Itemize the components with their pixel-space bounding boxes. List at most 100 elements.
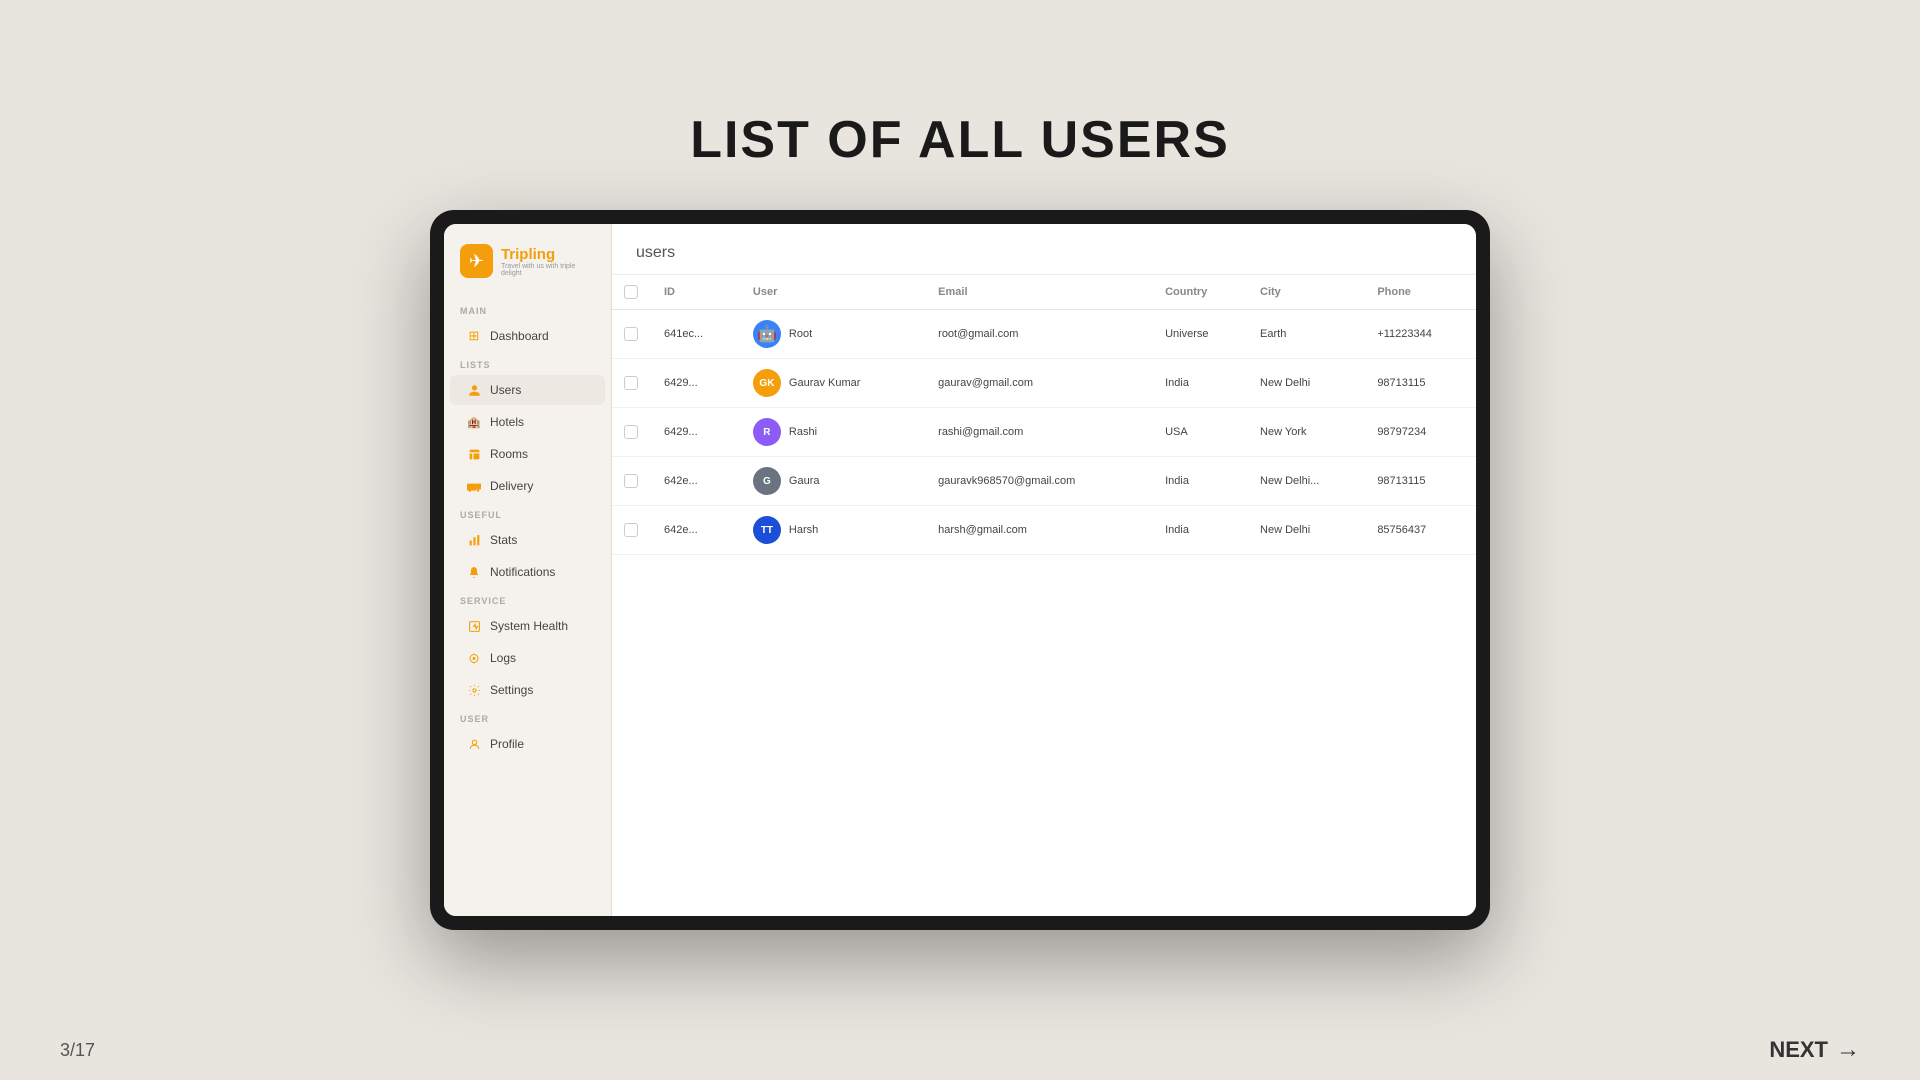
notifications-icon (466, 564, 482, 580)
table-header-row: ID User Email Country City Phone (612, 275, 1476, 310)
row-email: rashi@gmail.com (926, 408, 1153, 457)
row-country: India (1153, 457, 1248, 506)
row-phone: +11223344 (1365, 310, 1476, 359)
row-phone: 98713115 (1365, 457, 1476, 506)
row-city: New Delhi... (1248, 457, 1365, 506)
row-checkbox[interactable] (624, 425, 638, 439)
sidebar-item-stats[interactable]: Stats (450, 525, 605, 555)
sidebar-label-profile: Profile (490, 737, 524, 751)
users-table-container[interactable]: ID User Email Country City Phone 641ec..… (612, 275, 1476, 916)
section-label-service: SERVICE (444, 588, 611, 610)
row-user: TT Harsh (741, 506, 926, 555)
table-row[interactable]: 642e... G Gaura gauravk968570@gmail.com … (612, 457, 1476, 506)
main-content: users ID User Email Country City (612, 224, 1476, 916)
sidebar-label-stats: Stats (490, 533, 517, 547)
page-title: LIST OF ALL USERS (690, 110, 1230, 170)
sidebar-label-settings: Settings (490, 683, 533, 697)
profile-icon (466, 736, 482, 752)
row-user: GK Gaurav Kumar (741, 359, 926, 408)
sidebar-label-users: Users (490, 383, 521, 397)
section-label-useful: USEFUL (444, 502, 611, 524)
content-title: users (636, 244, 675, 261)
row-checkbox-cell[interactable] (612, 408, 652, 457)
row-checkbox[interactable] (624, 376, 638, 390)
sidebar: ✈ Tripling Travel with us with triple de… (444, 224, 612, 916)
sidebar-item-system-health[interactable]: System Health (450, 611, 605, 641)
sidebar-item-users[interactable]: Users (450, 375, 605, 405)
sidebar-label-delivery: Delivery (490, 479, 533, 493)
row-checkbox[interactable] (624, 327, 638, 341)
row-city: Earth (1248, 310, 1365, 359)
section-label-main: MAIN (444, 298, 611, 320)
row-city: New Delhi (1248, 506, 1365, 555)
section-label-user: USER (444, 706, 611, 728)
sidebar-item-notifications[interactable]: Notifications (450, 557, 605, 587)
row-email: gaurav@gmail.com (926, 359, 1153, 408)
sidebar-item-hotels[interactable]: 🏨 Hotels (450, 407, 605, 437)
row-email: root@gmail.com (926, 310, 1153, 359)
next-arrow-icon: → (1836, 1036, 1860, 1064)
logo-name: Tripling (501, 246, 595, 263)
sidebar-item-label: Dashboard (490, 329, 549, 343)
table-row[interactable]: 641ec... 🤖 Root root@gmail.com Universe … (612, 310, 1476, 359)
row-id: 642e... (652, 506, 741, 555)
row-country: USA (1153, 408, 1248, 457)
select-all-checkbox[interactable] (624, 285, 638, 299)
sidebar-item-profile[interactable]: Profile (450, 729, 605, 759)
page-indicator: 3/17 (60, 1040, 95, 1061)
settings-icon (466, 682, 482, 698)
sidebar-item-rooms[interactable]: Rooms (450, 439, 605, 469)
row-phone: 85756437 (1365, 506, 1476, 555)
users-icon (466, 382, 482, 398)
row-checkbox[interactable] (624, 523, 638, 537)
select-all-header[interactable] (612, 275, 652, 310)
table-row[interactable]: 642e... TT Harsh harsh@gmail.com India N… (612, 506, 1476, 555)
col-header-phone: Phone (1365, 275, 1476, 310)
row-user: R Rashi (741, 408, 926, 457)
col-header-id: ID (652, 275, 741, 310)
logs-icon (466, 650, 482, 666)
next-button[interactable]: NEXT → (1769, 1036, 1860, 1064)
row-id: 6429... (652, 359, 741, 408)
row-id: 6429... (652, 408, 741, 457)
hotels-icon: 🏨 (466, 414, 482, 430)
logo-tagline: Travel with us with triple delight (501, 263, 595, 277)
sidebar-label-system-health: System Health (490, 619, 568, 633)
sidebar-label-notifications: Notifications (490, 565, 555, 579)
row-id: 641ec... (652, 310, 741, 359)
row-email: harsh@gmail.com (926, 506, 1153, 555)
col-header-user: User (741, 275, 926, 310)
col-header-city: City (1248, 275, 1365, 310)
rooms-icon (466, 446, 482, 462)
sidebar-item-logs[interactable]: Logs (450, 643, 605, 673)
sidebar-item-settings[interactable]: Settings (450, 675, 605, 705)
stats-icon (466, 532, 482, 548)
delivery-icon (466, 478, 482, 494)
row-checkbox-cell[interactable] (612, 457, 652, 506)
content-header: users (612, 224, 1476, 275)
sidebar-item-dashboard[interactable]: ⊞ Dashboard (450, 321, 605, 351)
next-label: NEXT (1769, 1037, 1828, 1063)
logo: ✈ Tripling Travel with us with triple de… (444, 244, 611, 298)
col-header-country: Country (1153, 275, 1248, 310)
row-checkbox-cell[interactable] (612, 310, 652, 359)
row-phone: 98797234 (1365, 408, 1476, 457)
sidebar-label-logs: Logs (490, 651, 516, 665)
row-checkbox[interactable] (624, 474, 638, 488)
table-row[interactable]: 6429... R Rashi rashi@gmail.com USA New … (612, 408, 1476, 457)
row-city: New York (1248, 408, 1365, 457)
system-health-icon (466, 618, 482, 634)
row-id: 642e... (652, 457, 741, 506)
row-city: New Delhi (1248, 359, 1365, 408)
row-country: Universe (1153, 310, 1248, 359)
row-user: G Gaura (741, 457, 926, 506)
sidebar-label-rooms: Rooms (490, 447, 528, 461)
sidebar-item-delivery[interactable]: Delivery (450, 471, 605, 501)
row-checkbox-cell[interactable] (612, 359, 652, 408)
table-row[interactable]: 6429... GK Gaurav Kumar gaurav@gmail.com… (612, 359, 1476, 408)
users-table: ID User Email Country City Phone 641ec..… (612, 275, 1476, 555)
device-frame: ✈ Tripling Travel with us with triple de… (430, 210, 1490, 930)
row-country: India (1153, 506, 1248, 555)
row-checkbox-cell[interactable] (612, 506, 652, 555)
row-email: gauravk968570@gmail.com (926, 457, 1153, 506)
